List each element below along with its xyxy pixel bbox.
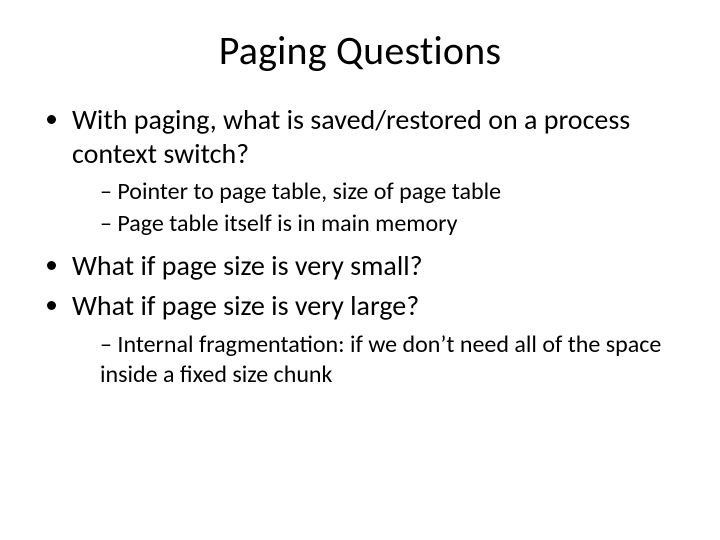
sub-bullet-text: Pointer to page table, size of page tabl…: [117, 177, 501, 206]
bullet-item: What if page size is very large? Interna…: [72, 289, 690, 389]
sub-bullet-item: Page table itself is in main memory: [100, 209, 690, 239]
bullet-item: What if page size is very small?: [72, 249, 690, 283]
sub-bullet-item: Pointer to page table, size of page tabl…: [100, 177, 690, 207]
sub-bullet-list: Internal fragmentation: if we don’t need…: [72, 330, 690, 390]
bullet-text: What if page size is very large?: [72, 288, 419, 323]
bullet-text: What if page size is very small?: [72, 248, 423, 283]
sub-bullet-text: Page table itself is in main memory: [117, 209, 457, 238]
bullet-item: With paging, what is saved/restored on a…: [72, 103, 690, 239]
bullet-text: With paging, what is saved/restored on a…: [72, 102, 630, 171]
bullet-list: With paging, what is saved/restored on a…: [30, 103, 690, 390]
slide: Paging Questions With paging, what is sa…: [0, 0, 720, 540]
sub-bullet-text: Internal fragmentation: if we don’t need…: [100, 330, 661, 389]
slide-title: Paging Questions: [30, 26, 690, 75]
sub-bullet-item: Internal fragmentation: if we don’t need…: [100, 330, 690, 390]
sub-bullet-list: Pointer to page table, size of page tabl…: [72, 177, 690, 239]
